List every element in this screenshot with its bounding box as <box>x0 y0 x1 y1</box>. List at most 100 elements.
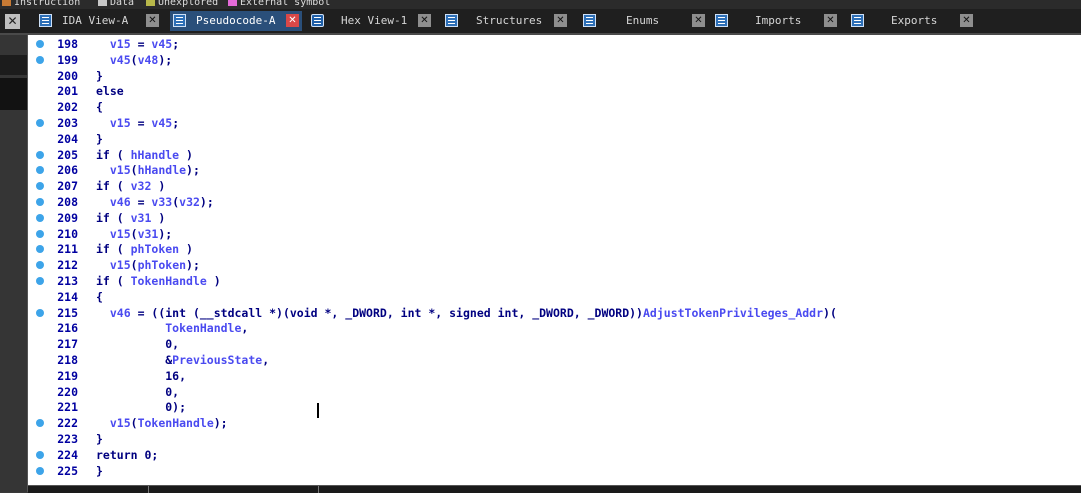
code-text: v46 = ((int (__stdcall *)(void *, _DWORD… <box>109 305 837 320</box>
code-text: v15(hHandle); <box>109 163 200 178</box>
tab-close-icon[interactable]: ✕ <box>692 14 705 27</box>
breakpoint-dot-icon[interactable] <box>36 166 44 175</box>
breakpoint-dot-icon[interactable] <box>36 419 44 428</box>
code-text: 0, <box>96 337 180 352</box>
code-text: v15(v31); <box>109 226 173 241</box>
breakpoint-dot-icon[interactable] <box>36 277 44 285</box>
code-text: v15(TokenHandle); <box>109 416 228 431</box>
breakpoint-dot-icon[interactable] <box>36 119 44 127</box>
line-number: 203 <box>57 116 78 130</box>
line-number: 209 <box>57 210 78 225</box>
legend-swatch <box>146 0 155 6</box>
line-number: 219 <box>57 368 78 383</box>
pseudocode-icon <box>173 14 186 27</box>
breakpoint-dot-icon[interactable] <box>36 198 44 206</box>
code-text: v46 = v33(v32); <box>109 195 214 209</box>
tab-close-icon[interactable]: ✕ <box>960 14 973 27</box>
panel-strip <box>0 78 27 110</box>
enums-icon <box>583 14 596 27</box>
breakpoint-dot-icon[interactable] <box>36 213 44 222</box>
line-number: 222 <box>57 416 78 431</box>
line-number: 211 <box>57 242 78 257</box>
line-number: 216 <box>57 321 78 336</box>
tab-exports[interactable]: Exports ✕ <box>848 11 978 31</box>
breakpoint-dot-icon[interactable] <box>36 40 44 48</box>
breakpoint-dot-icon[interactable] <box>36 229 44 238</box>
line-number: 223 <box>57 432 78 446</box>
line-number: 206 <box>57 163 78 178</box>
imports-icon <box>715 14 728 27</box>
breakpoint-dot-icon[interactable] <box>36 466 44 475</box>
line-number: 215 <box>57 305 78 320</box>
code-text: } <box>96 131 103 146</box>
code-text: 0); <box>96 400 187 415</box>
code-text: v15 = v45; <box>109 37 180 51</box>
tab-structures[interactable]: Structures ✕ <box>442 11 572 31</box>
code-text: if ( TokenHandle ) <box>96 274 221 288</box>
line-number: 207 <box>57 179 78 194</box>
legend-item-instruction: Instruction <box>2 0 80 8</box>
breakpoint-dot-icon[interactable] <box>36 245 44 254</box>
legend-item-external-symbol: External symbol <box>228 0 330 8</box>
code-text: v15 = v45; <box>109 116 180 130</box>
code-text: } <box>96 463 103 478</box>
line-number: 199 <box>57 52 78 67</box>
legend-swatch <box>228 0 237 6</box>
hex-view-icon <box>311 14 324 27</box>
line-number: 224 <box>57 447 78 462</box>
exports-icon <box>851 14 864 27</box>
line-number: 220 <box>57 384 78 399</box>
legend-swatch <box>2 0 11 6</box>
line-number: 218 <box>57 353 78 367</box>
code-text: if ( v31 ) <box>96 210 166 225</box>
line-number: 225 <box>57 463 78 478</box>
breakpoint-dot-icon[interactable] <box>36 150 44 159</box>
tab-imports[interactable]: Imports ✕ <box>712 11 842 31</box>
code-text: 16, <box>96 368 187 383</box>
line-number: 210 <box>57 226 78 241</box>
line-number: 208 <box>57 195 78 209</box>
breakpoint-dot-icon[interactable] <box>36 182 44 191</box>
code-text: else <box>96 84 124 99</box>
line-number: 202 <box>57 100 78 115</box>
legend-item-data: Data <box>98 0 134 8</box>
pseudocode-editor[interactable]: 198 v15 = v45; 199 v45(v48); 200} 201 else 20… <box>28 35 1081 485</box>
tab-close-icon[interactable]: ✕ <box>146 14 159 27</box>
line-number: 214 <box>57 289 78 304</box>
code-text: if ( v32 ) <box>96 179 166 194</box>
code-text: } <box>96 432 103 446</box>
tab-enums[interactable]: Enums ✕ <box>580 11 710 31</box>
breakpoint-dot-icon[interactable] <box>36 261 44 270</box>
close-icon[interactable]: ✕ <box>5 14 20 29</box>
tab-close-icon[interactable]: ✕ <box>418 14 431 27</box>
structures-icon <box>445 14 458 27</box>
ida-view-icon <box>39 14 52 27</box>
line-number: 205 <box>57 147 78 162</box>
legend-swatch <box>98 0 107 6</box>
tab-close-icon[interactable]: ✕ <box>824 14 837 27</box>
tab-bar: ✕ IDA View-A ✕ Pseudocode-A ✕ Hex View-1… <box>0 9 1081 35</box>
line-number: 217 <box>57 337 78 352</box>
tab-ida-view-a[interactable]: IDA View-A ✕ <box>36 11 164 31</box>
line-number: 221 <box>57 400 78 415</box>
code-text: return 0; <box>96 447 159 462</box>
code-text: { <box>96 289 103 304</box>
tab-hex-view-1[interactable]: Hex View-1 ✕ <box>308 11 436 31</box>
tab-close-icon[interactable]: ✕ <box>554 14 567 27</box>
code-text: if ( hHandle ) <box>96 147 193 162</box>
breakpoint-dot-icon[interactable] <box>36 308 44 317</box>
tab-close-icon[interactable]: ✕ <box>286 14 299 27</box>
line-number: 213 <box>57 274 78 288</box>
code-text: TokenHandle, <box>165 321 249 336</box>
code-text: if ( phToken ) <box>96 242 193 257</box>
color-legend: Instruction Data Unexplored External sym… <box>0 0 1081 9</box>
line-number: 200 <box>57 68 78 83</box>
line-number: 204 <box>57 131 78 146</box>
legend-item-unexplored: Unexplored <box>146 0 218 8</box>
breakpoint-dot-icon[interactable] <box>36 55 44 64</box>
left-side-panel <box>0 35 28 492</box>
tab-pseudocode-a[interactable]: Pseudocode-A ✕ <box>170 11 302 31</box>
code-text: v45(v48); <box>109 52 173 67</box>
code-text: { <box>96 100 103 115</box>
breakpoint-dot-icon[interactable] <box>36 450 44 459</box>
